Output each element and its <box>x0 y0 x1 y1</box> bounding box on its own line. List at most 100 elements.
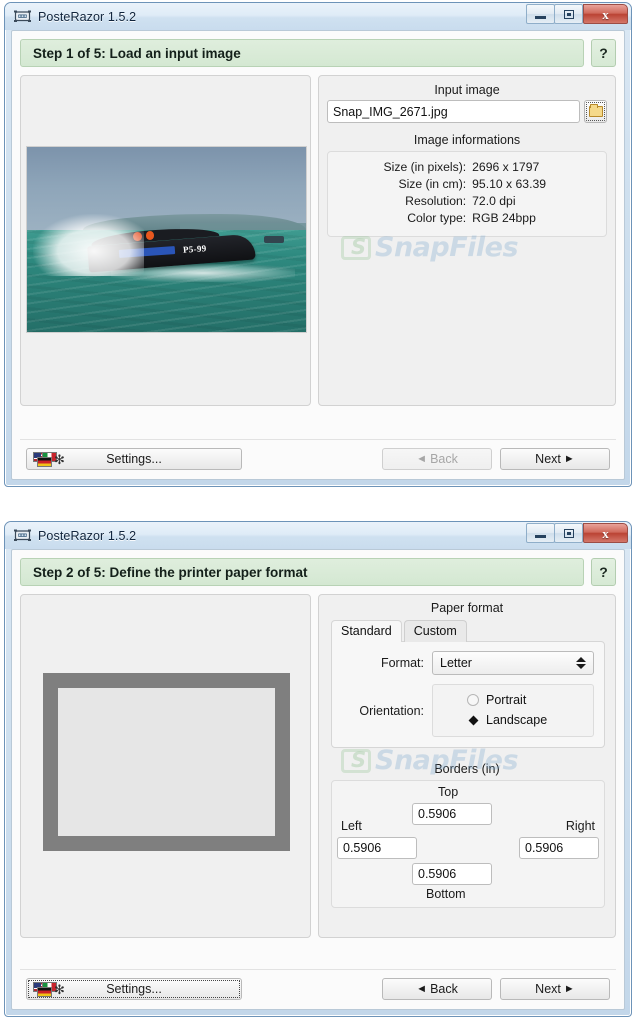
app-icon <box>14 9 31 24</box>
step-header-row-1: Step 1 of 5: Load an input image ? <box>12 31 624 67</box>
window-title: PosteRazor 1.5.2 <box>38 9 137 24</box>
maximize-button[interactable] <box>554 523 583 543</box>
border-top-label: Top <box>438 785 459 799</box>
back-arrow-icon: ◄ <box>416 983 431 995</box>
browse-file-button[interactable] <box>584 100 607 123</box>
radio-landscape-label: Landscape <box>486 713 548 727</box>
tools-icon: ✻ <box>54 452 65 467</box>
panes-1: P5-99 Input image Snap_IMG_2671.jpg Imag… <box>12 67 624 406</box>
minimize-button[interactable] <box>526 523 555 543</box>
border-left-label: Left <box>341 819 362 833</box>
format-row: Format: Letter <box>340 651 594 675</box>
standard-tab-panel: Format: Letter Orientation: Portrait Lan… <box>331 641 605 748</box>
paper-preview-pane[interactable] <box>20 594 311 938</box>
radio-portrait[interactable]: Portrait <box>467 690 583 710</box>
image-information-box: Size (in pixels): 2696 x 1797 Size (in c… <box>327 151 607 237</box>
folder-icon <box>588 104 603 117</box>
paper-preview-printable-area <box>58 688 275 836</box>
input-settings-pane: Input image Snap_IMG_2671.jpg Image info… <box>318 75 616 406</box>
step-title-2: Step 2 of 5: Define the printer paper fo… <box>20 558 584 586</box>
next-button-1[interactable]: Next ► <box>500 448 610 470</box>
title-bar-1[interactable]: PosteRazor 1.5.2 x <box>5 3 631 30</box>
info-row-resolution: Resolution: 72.0 dpi <box>338 193 596 210</box>
back-button-1[interactable]: ◄ Back <box>382 448 492 470</box>
info-row-size-pixels: Size (in pixels): 2696 x 1797 <box>338 159 596 176</box>
format-selected-value: Letter <box>440 656 472 670</box>
step-title-1: Step 1 of 5: Load an input image <box>20 39 584 67</box>
next-arrow-icon: ► <box>560 453 575 465</box>
tab-custom[interactable]: Custom <box>403 620 467 642</box>
back-button-2[interactable]: ◄ Back <box>382 978 492 1000</box>
orientation-radio-group: Portrait Landscape <box>432 684 594 737</box>
input-file-field[interactable]: Snap_IMG_2671.jpg <box>327 100 580 123</box>
close-icon: x <box>602 525 609 541</box>
minimize-icon <box>535 16 546 19</box>
border-bottom-input[interactable]: 0.5906 <box>412 863 492 885</box>
info-key: Size (in pixels): <box>383 160 467 174</box>
photo-spray <box>32 213 145 277</box>
maximize-button[interactable] <box>554 4 583 24</box>
info-row-size-cm: Size (in cm): 95.10 x 63.39 <box>338 176 596 193</box>
title-bar-2[interactable]: PosteRazor 1.5.2 x <box>5 522 631 549</box>
radio-landscape[interactable]: Landscape <box>467 710 583 730</box>
tab-standard[interactable]: Standard <box>331 620 402 642</box>
back-button-label: Back <box>430 452 458 466</box>
help-button-1[interactable]: ? <box>591 39 616 67</box>
next-arrow-icon: ► <box>560 983 575 995</box>
button-bar-1: ✻ Settings... ◄ Back Next ► <box>12 439 624 479</box>
flag-de-icon <box>37 987 52 997</box>
radio-portrait-indicator <box>467 694 479 706</box>
info-key: Color type: <box>407 211 467 225</box>
paper-format-tabs: Standard Custom <box>331 619 615 642</box>
input-file-row: Snap_IMG_2671.jpg <box>327 100 607 123</box>
info-value: 72.0 dpi <box>472 194 516 208</box>
photo-boat-number: P5-99 <box>182 243 208 255</box>
posterazor-window-step2: PosteRazor 1.5.2 x Step 2 of 5: Define t… <box>4 521 632 1017</box>
border-right-input[interactable]: 0.5906 <box>519 837 599 859</box>
close-icon: x <box>602 6 609 22</box>
spinner-arrows-icon <box>576 657 586 669</box>
info-row-color-type: Color type: RGB 24bpp <box>338 210 596 227</box>
minimize-icon <box>535 535 546 538</box>
next-button-2[interactable]: Next ► <box>500 978 610 1000</box>
maximize-icon <box>563 528 574 538</box>
help-button-2[interactable]: ? <box>591 558 616 586</box>
info-value: 2696 x 1797 <box>472 160 540 174</box>
border-right-label: Right <box>565 819 595 833</box>
settings-button-label: Settings... <box>106 452 162 466</box>
border-left-input[interactable]: 0.5906 <box>337 837 417 859</box>
close-button[interactable]: x <box>583 523 628 543</box>
window-title: PosteRazor 1.5.2 <box>38 528 137 543</box>
info-value: RGB 24bpp <box>472 211 536 225</box>
app-icon <box>14 528 31 543</box>
settings-button-label: Settings... <box>106 982 162 996</box>
orientation-label: Orientation: <box>359 703 424 718</box>
image-informations-label: Image informations <box>413 133 521 147</box>
client-area-2: Step 2 of 5: Define the printer paper fo… <box>11 549 625 1010</box>
tools-icon: ✻ <box>54 982 65 997</box>
language-flags-icon: ✻ <box>33 982 67 997</box>
input-image-preview: P5-99 <box>26 146 307 333</box>
format-label: Format: <box>380 656 424 670</box>
maximize-icon <box>563 9 574 19</box>
snapfiles-logo-icon <box>341 235 371 260</box>
radio-portrait-label: Portrait <box>486 693 527 707</box>
button-bar-2: ✻ Settings... ◄ Back Next ► <box>12 969 624 1009</box>
next-button-label: Next <box>535 982 561 996</box>
paper-format-label: Paper format <box>430 601 504 615</box>
paper-format-pane: Paper format Standard Custom Format: Let… <box>318 594 616 938</box>
client-area-1: Step 1 of 5: Load an input image ? P5-99… <box>11 30 625 480</box>
info-value: 95.10 x 63.39 <box>472 177 547 191</box>
orientation-row: Orientation: Portrait Landscape <box>340 684 594 737</box>
border-top-input[interactable]: 0.5906 <box>412 803 492 825</box>
flag-de-icon <box>37 457 52 467</box>
settings-button-1[interactable]: ✻ Settings... <box>26 448 242 470</box>
minimize-button[interactable] <box>526 4 555 24</box>
close-button[interactable]: x <box>583 4 628 24</box>
photo-distant-boat <box>264 235 284 244</box>
image-preview-pane[interactable]: P5-99 <box>20 75 311 406</box>
step-header-row-2: Step 2 of 5: Define the printer paper fo… <box>12 550 624 586</box>
settings-button-2[interactable]: ✻ Settings... <box>26 978 242 1000</box>
format-select[interactable]: Letter <box>432 651 594 675</box>
borders-label: Borders (in) <box>434 762 500 776</box>
